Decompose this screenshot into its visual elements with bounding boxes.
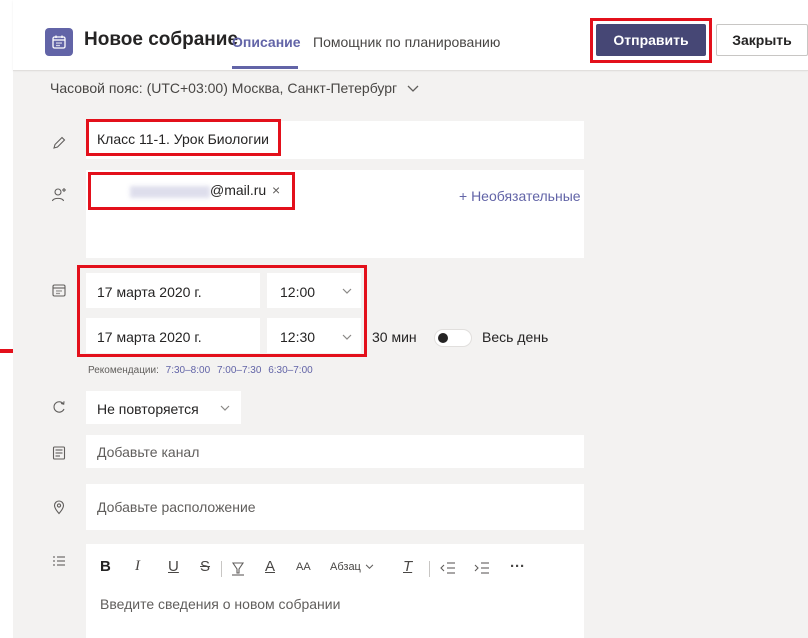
suggestion-slot[interactable]: 6:30–7:00	[268, 365, 313, 376]
bold-button[interactable]: B	[100, 558, 111, 575]
channel-icon	[50, 444, 68, 462]
tab-scheduling-assistant[interactable]: Помощник по планированию	[313, 34, 500, 50]
add-attendee-icon	[50, 186, 68, 204]
font-color-button[interactable]: A	[265, 558, 275, 575]
time-suggestions: Рекомендации: 7:30–8:00 7:00–7:30 6:30–7…	[88, 365, 313, 376]
highlight-attendee	[88, 172, 295, 210]
suggestions-label: Рекомендации:	[88, 365, 159, 376]
strikethrough-button[interactable]: S	[200, 558, 210, 575]
chevron-down-icon	[365, 564, 374, 570]
indent-icon[interactable]	[474, 561, 490, 575]
calendar-icon	[45, 28, 73, 56]
left-edge-marker	[0, 349, 13, 353]
details-list-icon	[50, 552, 68, 570]
more-options-icon[interactable]: ···	[510, 558, 525, 575]
chevron-down-icon	[407, 80, 419, 96]
toolbar-divider	[221, 561, 222, 577]
paragraph-label: Абзац	[330, 561, 361, 573]
toolbar-divider	[429, 561, 430, 577]
outdent-icon[interactable]	[440, 561, 456, 575]
repeat-value: Не повторяется	[97, 401, 199, 417]
highlight-icon[interactable]	[230, 560, 246, 576]
timezone-selector[interactable]: Часовой пояс: (UTC+03:00) Москва, Санкт-…	[50, 80, 419, 96]
suggestion-slot[interactable]: 7:00–7:30	[217, 365, 262, 376]
optional-attendees-link[interactable]: + Необязательные	[459, 188, 581, 204]
highlight-title	[86, 119, 281, 156]
font-size-button[interactable]: AA	[296, 561, 311, 573]
highlight-datetime	[77, 265, 367, 357]
all-day-toggle[interactable]	[434, 329, 472, 347]
duration-label: 30 мин	[372, 329, 417, 345]
tab-active-indicator	[232, 66, 298, 69]
calendar-small-icon	[50, 281, 68, 299]
underline-button[interactable]: U	[168, 558, 179, 575]
page-title: Новое собрание	[84, 29, 239, 50]
tab-details[interactable]: Описание	[232, 34, 301, 50]
close-button[interactable]: Закрыть	[716, 24, 808, 56]
channel-placeholder: Добавьте канал	[97, 444, 200, 460]
timezone-label: Часовой пояс: (UTC+03:00) Москва, Санкт-…	[50, 80, 398, 96]
italic-button[interactable]: I	[135, 558, 140, 575]
details-placeholder: Введите сведения о новом собрании	[100, 596, 341, 612]
chevron-down-icon	[220, 405, 230, 411]
paragraph-dropdown[interactable]: Абзац	[330, 561, 374, 573]
highlight-send	[590, 18, 712, 63]
pencil-icon	[50, 134, 68, 152]
location-pin-icon	[50, 498, 68, 516]
suggestion-slot[interactable]: 7:30–8:00	[166, 365, 211, 376]
clear-format-button[interactable]: T	[403, 558, 412, 575]
toggle-knob	[438, 333, 448, 343]
location-placeholder: Добавьте расположение	[97, 499, 256, 515]
header-divider	[13, 70, 808, 71]
repeat-icon	[50, 398, 68, 416]
all-day-label: Весь день	[482, 329, 549, 345]
